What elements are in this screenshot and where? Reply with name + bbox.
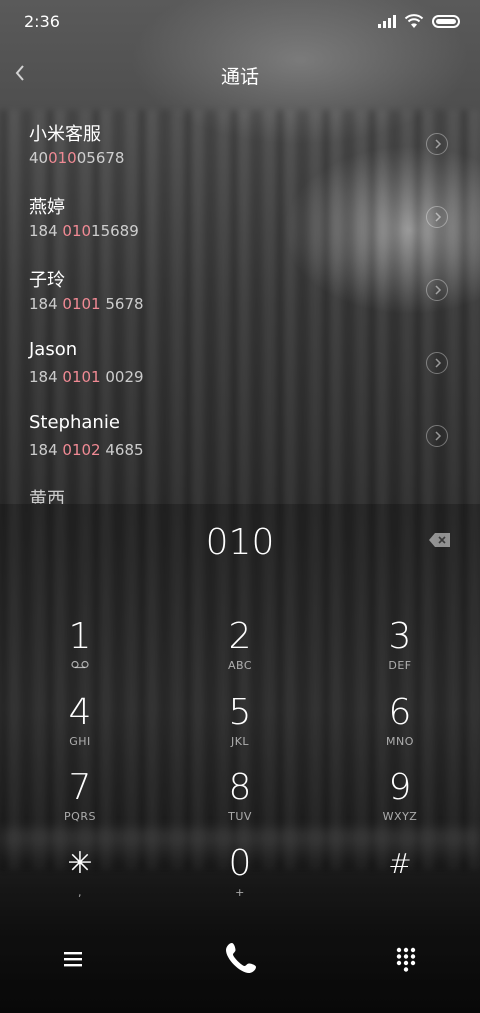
phone-icon [226, 943, 256, 973]
contact-name: 小米客服 [29, 124, 101, 145]
page-title: 通话 [220, 66, 259, 88]
key-letters: DEF [388, 659, 412, 672]
contact-detail-button[interactable] [426, 279, 448, 301]
dialpad-toggle-button[interactable] [395, 947, 417, 973]
dial-key-2[interactable]: 2 ABC [180, 617, 300, 687]
contact-detail-button[interactable] [426, 425, 448, 447]
status-bar: 2:36 [0, 0, 480, 44]
bottom-action-bar [0, 930, 480, 990]
contact-number: 184 0101 5678 [29, 295, 144, 313]
key-digit: 9 [388, 767, 412, 808]
contact-number: 4001005678 [29, 149, 125, 167]
contact-number: 184 0101 0029 [29, 368, 144, 386]
key-digit: 6 [388, 692, 412, 733]
status-icons [378, 12, 460, 30]
key-digit: 1 [68, 616, 92, 657]
dial-key-0[interactable]: 0 + [180, 844, 300, 914]
call-button[interactable] [223, 940, 259, 976]
signal-icon [378, 14, 396, 28]
key-letters: MNO [386, 735, 414, 748]
contact-row[interactable]: 小米客服 4001005678 [0, 108, 480, 181]
dialpad-icon [396, 947, 416, 972]
contact-list: 小米客服 4001005678 燕婷 184 01015689 子玲 184 0… [0, 108, 480, 504]
backspace-button[interactable] [428, 532, 452, 548]
battery-icon [432, 14, 460, 28]
contact-row[interactable]: Jason 184 0101 0029 [0, 327, 480, 400]
voicemail-icon [71, 660, 89, 669]
chevron-right-icon [435, 139, 442, 149]
menu-button[interactable] [62, 948, 84, 970]
key-letters: , [78, 886, 82, 899]
key-digit: 3 [388, 616, 412, 657]
key-letters: PQRS [64, 810, 96, 823]
contact-name: Jason [29, 339, 78, 360]
contact-detail-button[interactable] [426, 352, 448, 374]
contact-row[interactable]: 子玲 184 0101 5678 [0, 254, 480, 327]
contact-row[interactable]: Stephanie 184 0102 4685 [0, 400, 480, 473]
chevron-right-icon [435, 212, 442, 222]
key-letters: + [235, 886, 245, 899]
key-letters: WXYZ [382, 810, 418, 823]
entered-number: 010 [205, 522, 275, 563]
key-digit: 5 [228, 692, 252, 733]
status-time: 2:36 [24, 12, 60, 31]
dial-key-7[interactable]: 7 PQRS [20, 768, 140, 838]
key-letters: GHI [69, 735, 91, 748]
contact-name: Stephanie [29, 412, 120, 433]
key-letters: JKL [230, 735, 250, 748]
key-digit: # [388, 847, 412, 880]
contact-detail-button[interactable] [426, 133, 448, 155]
dial-key-1[interactable]: 1 [20, 617, 140, 687]
key-digit: 2 [228, 616, 252, 657]
key-digit: 7 [68, 767, 92, 808]
key-digit: 4 [68, 692, 92, 733]
chevron-right-icon [435, 285, 442, 295]
menu-icon [64, 952, 82, 967]
contact-row[interactable]: 黄西 [0, 473, 480, 504]
contact-name: 子玲 [29, 270, 65, 291]
dial-key-3[interactable]: 3 DEF [340, 617, 460, 687]
dial-key-6[interactable]: 6 MNO [340, 693, 460, 763]
key-digit: ✳ [67, 846, 93, 881]
header: 通话 [0, 52, 480, 98]
key-letters: TUV [228, 810, 252, 823]
contact-number: 184 01015689 [29, 222, 139, 240]
backspace-icon [429, 533, 450, 547]
contact-number: 184 0102 4685 [29, 441, 144, 459]
key-letters: ABC [227, 659, 253, 672]
dial-key-5[interactable]: 5 JKL [180, 693, 300, 763]
dial-key-8[interactable]: 8 TUV [180, 768, 300, 838]
dial-key-9[interactable]: 9 WXYZ [340, 768, 460, 838]
contact-name: 黄西 [29, 489, 65, 504]
contact-row[interactable]: 燕婷 184 01015689 [0, 181, 480, 254]
wifi-icon [404, 13, 424, 28]
key-digit: 0 [228, 843, 252, 884]
contact-name: 燕婷 [29, 197, 65, 218]
chevron-right-icon [435, 358, 442, 368]
dial-key-star[interactable]: ✳ , [20, 844, 140, 914]
contact-detail-button[interactable] [426, 206, 448, 228]
key-digit: 8 [228, 767, 252, 808]
chevron-right-icon [435, 431, 442, 441]
dial-key-hash[interactable]: # [340, 844, 460, 914]
dial-key-4[interactable]: 4 GHI [20, 693, 140, 763]
